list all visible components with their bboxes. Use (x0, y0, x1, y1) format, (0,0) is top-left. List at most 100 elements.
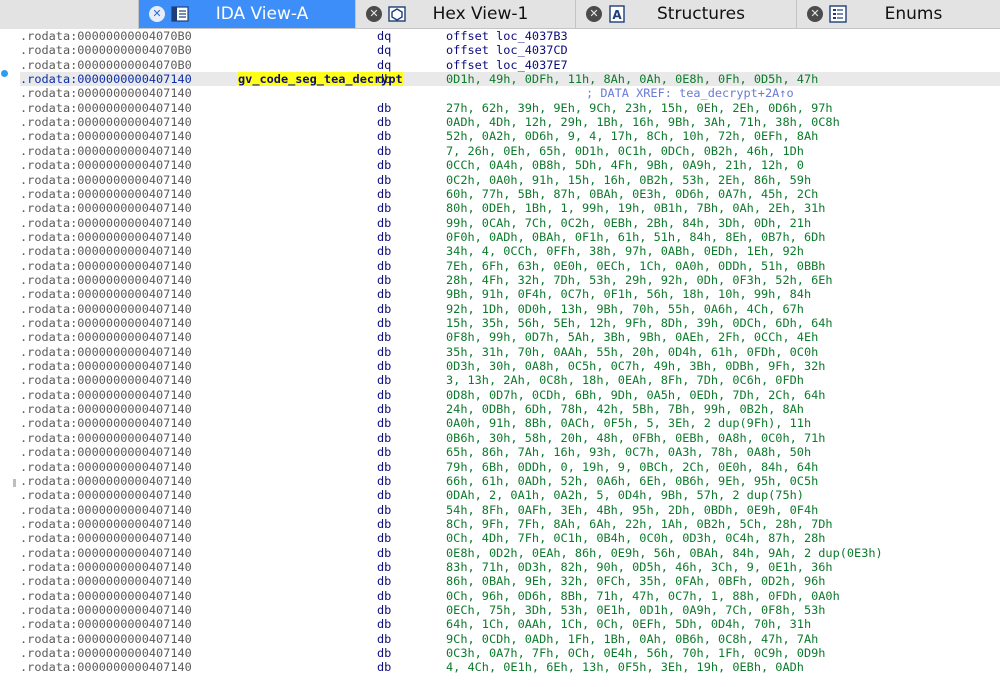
instruction-operands[interactable]: 7Eh, 6Fh, 63h, 0E0h, 0ECh, 1Ch, 0A0h, 0D… (446, 259, 825, 273)
instruction-operands[interactable]: 66h, 61h, 0ADh, 52h, 0A6h, 6Eh, 0B6h, 9E… (446, 474, 818, 488)
listing-line[interactable]: .rodata:0000000000407140 db 0ADh, 4Dh, 12h… (20, 115, 1000, 129)
listing-line[interactable]: .rodata:00000000004070B0 dq offset loc_403… (20, 29, 1000, 43)
instruction-operands[interactable]: 34h, 4, 0CCh, 0FFh, 38h, 97h, 0ABh, 0EDh… (446, 244, 804, 258)
listing-line[interactable]: .rodata:0000000000407140 ; DATA XREF: tea… (20, 86, 1000, 100)
listing-line[interactable]: .rodata:0000000000407140 db 4, 4Ch, 0E1h, … (20, 660, 1000, 674)
listing-line[interactable]: .rodata:0000000000407140 db 64h, 1Ch, 0AAh… (20, 617, 1000, 631)
instruction-operands[interactable]: 64h, 1Ch, 0AAh, 1Ch, 0Ch, 0EFh, 5Dh, 0D4… (446, 617, 811, 631)
listing-line[interactable]: .rodata:0000000000407140 db 65h, 86h, 7Ah,… (20, 445, 1000, 459)
line-address[interactable]: .rodata:0000000000407140 (20, 589, 192, 603)
line-address[interactable]: .rodata:00000000004070B0 (20, 58, 192, 72)
tab-structures[interactable]: ✕ A Structures (575, 0, 796, 28)
listing-line[interactable]: .rodata:0000000000407140 db 99h, 0CAh, 7Ch… (20, 216, 1000, 230)
listing-line[interactable]: .rodata:0000000000407140 db 0D8h, 0D7h, 0C… (20, 388, 1000, 402)
line-address[interactable]: .rodata:0000000000407140 (20, 474, 192, 488)
listing-line[interactable]: .rodata:0000000000407140 db 0CCh, 0A4h, 0B… (20, 158, 1000, 172)
instruction-operands[interactable]: 52h, 0A2h, 0D6h, 9, 4, 17h, 8Ch, 10h, 72… (446, 129, 818, 143)
listing-line[interactable]: .rodata:0000000000407140 db 66h, 61h, 0ADh… (20, 474, 1000, 488)
line-address[interactable]: .rodata:0000000000407140 (20, 632, 192, 646)
listing-line[interactable]: .rodata:00000000004070B0 dq offset loc_403… (20, 43, 1000, 57)
line-address[interactable]: .rodata:0000000000407140 (20, 517, 192, 531)
listing-line[interactable]: .rodata:0000000000407140 db 9Ch, 0CDh, 0AD… (20, 632, 1000, 646)
listing-line[interactable]: .rodata:0000000000407140 db 0E8h, 0D2h, 0E… (20, 546, 1000, 560)
instruction-operands[interactable]: 0D3h, 30h, 0A8h, 0C5h, 0C7h, 49h, 3Bh, 0… (446, 359, 825, 373)
instruction-operands[interactable]: 79h, 6Bh, 0DDh, 0, 19h, 9, 0BCh, 2Ch, 0E… (446, 460, 818, 474)
listing-line[interactable]: .rodata:0000000000407140 db 79h, 6Bh, 0DDh… (20, 460, 1000, 474)
tab-hex-view-1[interactable]: ✕ Hex View-1 (355, 0, 575, 28)
listing-line[interactable]: .rodata:0000000000407140 db 54h, 8Fh, 0AFh… (20, 503, 1000, 517)
listing-line[interactable]: .rodata:0000000000407140 db 0F8h, 99h, 0D7… (20, 330, 1000, 344)
line-address[interactable]: .rodata:0000000000407140 (20, 230, 192, 244)
listing-line[interactable]: .rodata:0000000000407140 db 34h, 4, 0CCh, … (20, 244, 1000, 258)
instruction-operands[interactable]: 15h, 35h, 56h, 5Eh, 12h, 9Fh, 8Dh, 39h, … (446, 316, 833, 330)
line-address[interactable]: .rodata:0000000000407140 (20, 488, 192, 502)
instruction-operands[interactable]: 9Ch, 0CDh, 0ADh, 1Fh, 1Bh, 0Ah, 0B6h, 0C… (446, 632, 818, 646)
listing-line[interactable]: .rodata:0000000000407140 db 0Ch, 96h, 0D6h… (20, 589, 1000, 603)
tab-ida-view-a[interactable]: ✕ IDA View-A (138, 0, 355, 28)
listing-line[interactable]: .rodata:0000000000407140 db 92h, 1Dh, 0D0h… (20, 302, 1000, 316)
instruction-operands[interactable]: 0B6h, 30h, 58h, 20h, 48h, 0FBh, 0EBh, 0A… (446, 431, 825, 445)
instruction-operands[interactable]: 0DAh, 2, 0A1h, 0A2h, 5, 0D4h, 9Bh, 57h, … (446, 488, 804, 502)
listing-line[interactable]: .rodata:0000000000407140 db 7Eh, 6Fh, 63h,… (20, 259, 1000, 273)
listing-line[interactable]: .rodata:0000000000407140 db 0D3h, 30h, 0A8… (20, 359, 1000, 373)
instruction-operands[interactable]: offset loc_4037CD (446, 43, 568, 57)
instruction-operands[interactable]: 65h, 86h, 7Ah, 16h, 93h, 0C7h, 0A3h, 78h… (446, 445, 811, 459)
instruction-operands[interactable]: 0F0h, 0ADh, 0BAh, 0F1h, 61h, 51h, 84h, 8… (446, 230, 825, 244)
line-address[interactable]: .rodata:0000000000407140 (20, 173, 192, 187)
instruction-operands[interactable]: 83h, 71h, 0D3h, 82h, 90h, 0D5h, 46h, 3Ch… (446, 560, 833, 574)
line-address[interactable]: .rodata:0000000000407140 (20, 359, 192, 373)
line-address[interactable]: .rodata:0000000000407140 (20, 244, 192, 258)
listing-line[interactable]: .rodata:0000000000407140 db 83h, 71h, 0D3h… (20, 560, 1000, 574)
instruction-operands[interactable]: 0D8h, 0D7h, 0CDh, 6Bh, 9Dh, 0A5h, 0EDh, … (446, 388, 825, 402)
listing-line[interactable]: .rodata:0000000000407140 db 0DAh, 2, 0A1h,… (20, 488, 1000, 502)
listing-line[interactable]: .rodata:0000000000407140 db 8Ch, 9Fh, 7Fh,… (20, 517, 1000, 531)
instruction-operands[interactable]: 80h, 0DEh, 1Bh, 1, 99h, 19h, 0B1h, 7Bh, … (446, 201, 825, 215)
listing-line[interactable]: .rodata:0000000000407140 db 80h, 0DEh, 1Bh… (20, 201, 1000, 215)
line-address[interactable]: .rodata:00000000004070B0 (20, 43, 192, 57)
listing-line[interactable]: .rodata:0000000000407140 db 0C3h, 0A7h, 7F… (20, 646, 1000, 660)
instruction-operands[interactable]: 0CCh, 0A4h, 0B8h, 5Dh, 4Fh, 9Bh, 0A9h, 2… (446, 158, 804, 172)
instruction-operands[interactable]: 92h, 1Dh, 0D0h, 13h, 9Bh, 70h, 55h, 0A6h… (446, 302, 804, 316)
instruction-operands[interactable]: 0ADh, 4Dh, 12h, 29h, 1Bh, 16h, 9Bh, 3Ah,… (446, 115, 840, 129)
listing-line[interactable]: .rodata:0000000000407140 db 60h, 77h, 5Bh,… (20, 187, 1000, 201)
line-address[interactable]: .rodata:0000000000407140 (20, 416, 192, 430)
instruction-operands[interactable]: 0A0h, 91h, 8Bh, 0ACh, 0F5h, 5, 3Eh, 2 du… (446, 416, 811, 430)
line-address[interactable]: .rodata:0000000000407140 (20, 158, 192, 172)
instruction-operands[interactable]: 0ECh, 75h, 3Dh, 53h, 0E1h, 0D1h, 0A9h, 7… (446, 603, 825, 617)
instruction-operands[interactable]: 9Bh, 91h, 0F4h, 0C7h, 0F1h, 56h, 18h, 10… (446, 287, 811, 301)
listing-line[interactable]: .rodata:0000000000407140 db 7, 26h, 0Eh, 6… (20, 144, 1000, 158)
instruction-operands[interactable]: 0C3h, 0A7h, 7Fh, 0Ch, 0E4h, 56h, 70h, 1F… (446, 646, 825, 660)
line-address[interactable]: .rodata:00000000004070B0 (20, 29, 192, 43)
line-address[interactable]: .rodata:0000000000407140 (20, 115, 192, 129)
listing-line[interactable]: .rodata:0000000000407140 db 28h, 4Fh, 32h,… (20, 273, 1000, 287)
line-address[interactable]: .rodata:0000000000407140 (20, 402, 192, 416)
listing-line[interactable]: .rodata:0000000000407140 db 0B6h, 30h, 58h… (20, 431, 1000, 445)
listing-line[interactable]: .rodata:00000000004070B0 dq offset loc_403… (20, 58, 1000, 72)
listing-line[interactable]: .rodata:0000000000407140 db 24h, 0DBh, 6Dh… (20, 402, 1000, 416)
line-address[interactable]: .rodata:0000000000407140 (20, 460, 192, 474)
close-icon[interactable]: ✕ (149, 6, 165, 22)
listing-line[interactable]: .rodata:0000000000407140 db 0Ch, 4Dh, 7Fh,… (20, 531, 1000, 545)
instruction-operands[interactable]: 86h, 0BAh, 9Eh, 32h, 0FCh, 35h, 0FAh, 0B… (446, 574, 825, 588)
listing-line[interactable]: .rodata:0000000000407140 db 35h, 31h, 70h,… (20, 345, 1000, 359)
listing-line[interactable]: .rodata:0000000000407140 db 52h, 0A2h, 0D6… (20, 129, 1000, 143)
listing-line[interactable]: .rodata:0000000000407140 db 0C2h, 0A0h, 91… (20, 173, 1000, 187)
line-address[interactable]: .rodata:0000000000407140 (20, 129, 192, 143)
disassembly-listing[interactable]: .rodata:00000000004070B0 dq offset loc_403… (0, 29, 1000, 687)
instruction-operands[interactable]: 0C2h, 0A0h, 91h, 15h, 16h, 0B2h, 53h, 2E… (446, 173, 811, 187)
line-address[interactable]: .rodata:0000000000407140 (20, 86, 192, 100)
line-address[interactable]: .rodata:0000000000407140 (20, 144, 192, 158)
instruction-operands[interactable]: 0E8h, 0D2h, 0EAh, 86h, 0E9h, 56h, 0BAh, … (446, 546, 883, 560)
line-address[interactable]: .rodata:0000000000407140 (20, 330, 192, 344)
line-address[interactable]: .rodata:0000000000407140 (20, 603, 192, 617)
line-address[interactable]: .rodata:0000000000407140 (20, 187, 192, 201)
line-address[interactable]: .rodata:0000000000407140 (20, 503, 192, 517)
line-address[interactable]: .rodata:0000000000407140 (20, 72, 192, 86)
instruction-operands[interactable]: 0F8h, 99h, 0D7h, 5Ah, 3Bh, 9Bh, 0AEh, 2F… (446, 330, 818, 344)
line-address[interactable]: .rodata:0000000000407140 (20, 388, 192, 402)
instruction-operands[interactable]: offset loc_4037E7 (446, 58, 568, 72)
instruction-operands[interactable]: offset loc_4037B3 (446, 29, 568, 43)
line-address[interactable]: .rodata:0000000000407140 (20, 617, 192, 631)
listing-line[interactable]: .rodata:0000000000407140 db 27h, 62h, 39h,… (20, 101, 1000, 115)
instruction-operands[interactable]: 0Ch, 4Dh, 7Fh, 0C1h, 0B4h, 0C0h, 0D3h, 0… (446, 531, 825, 545)
